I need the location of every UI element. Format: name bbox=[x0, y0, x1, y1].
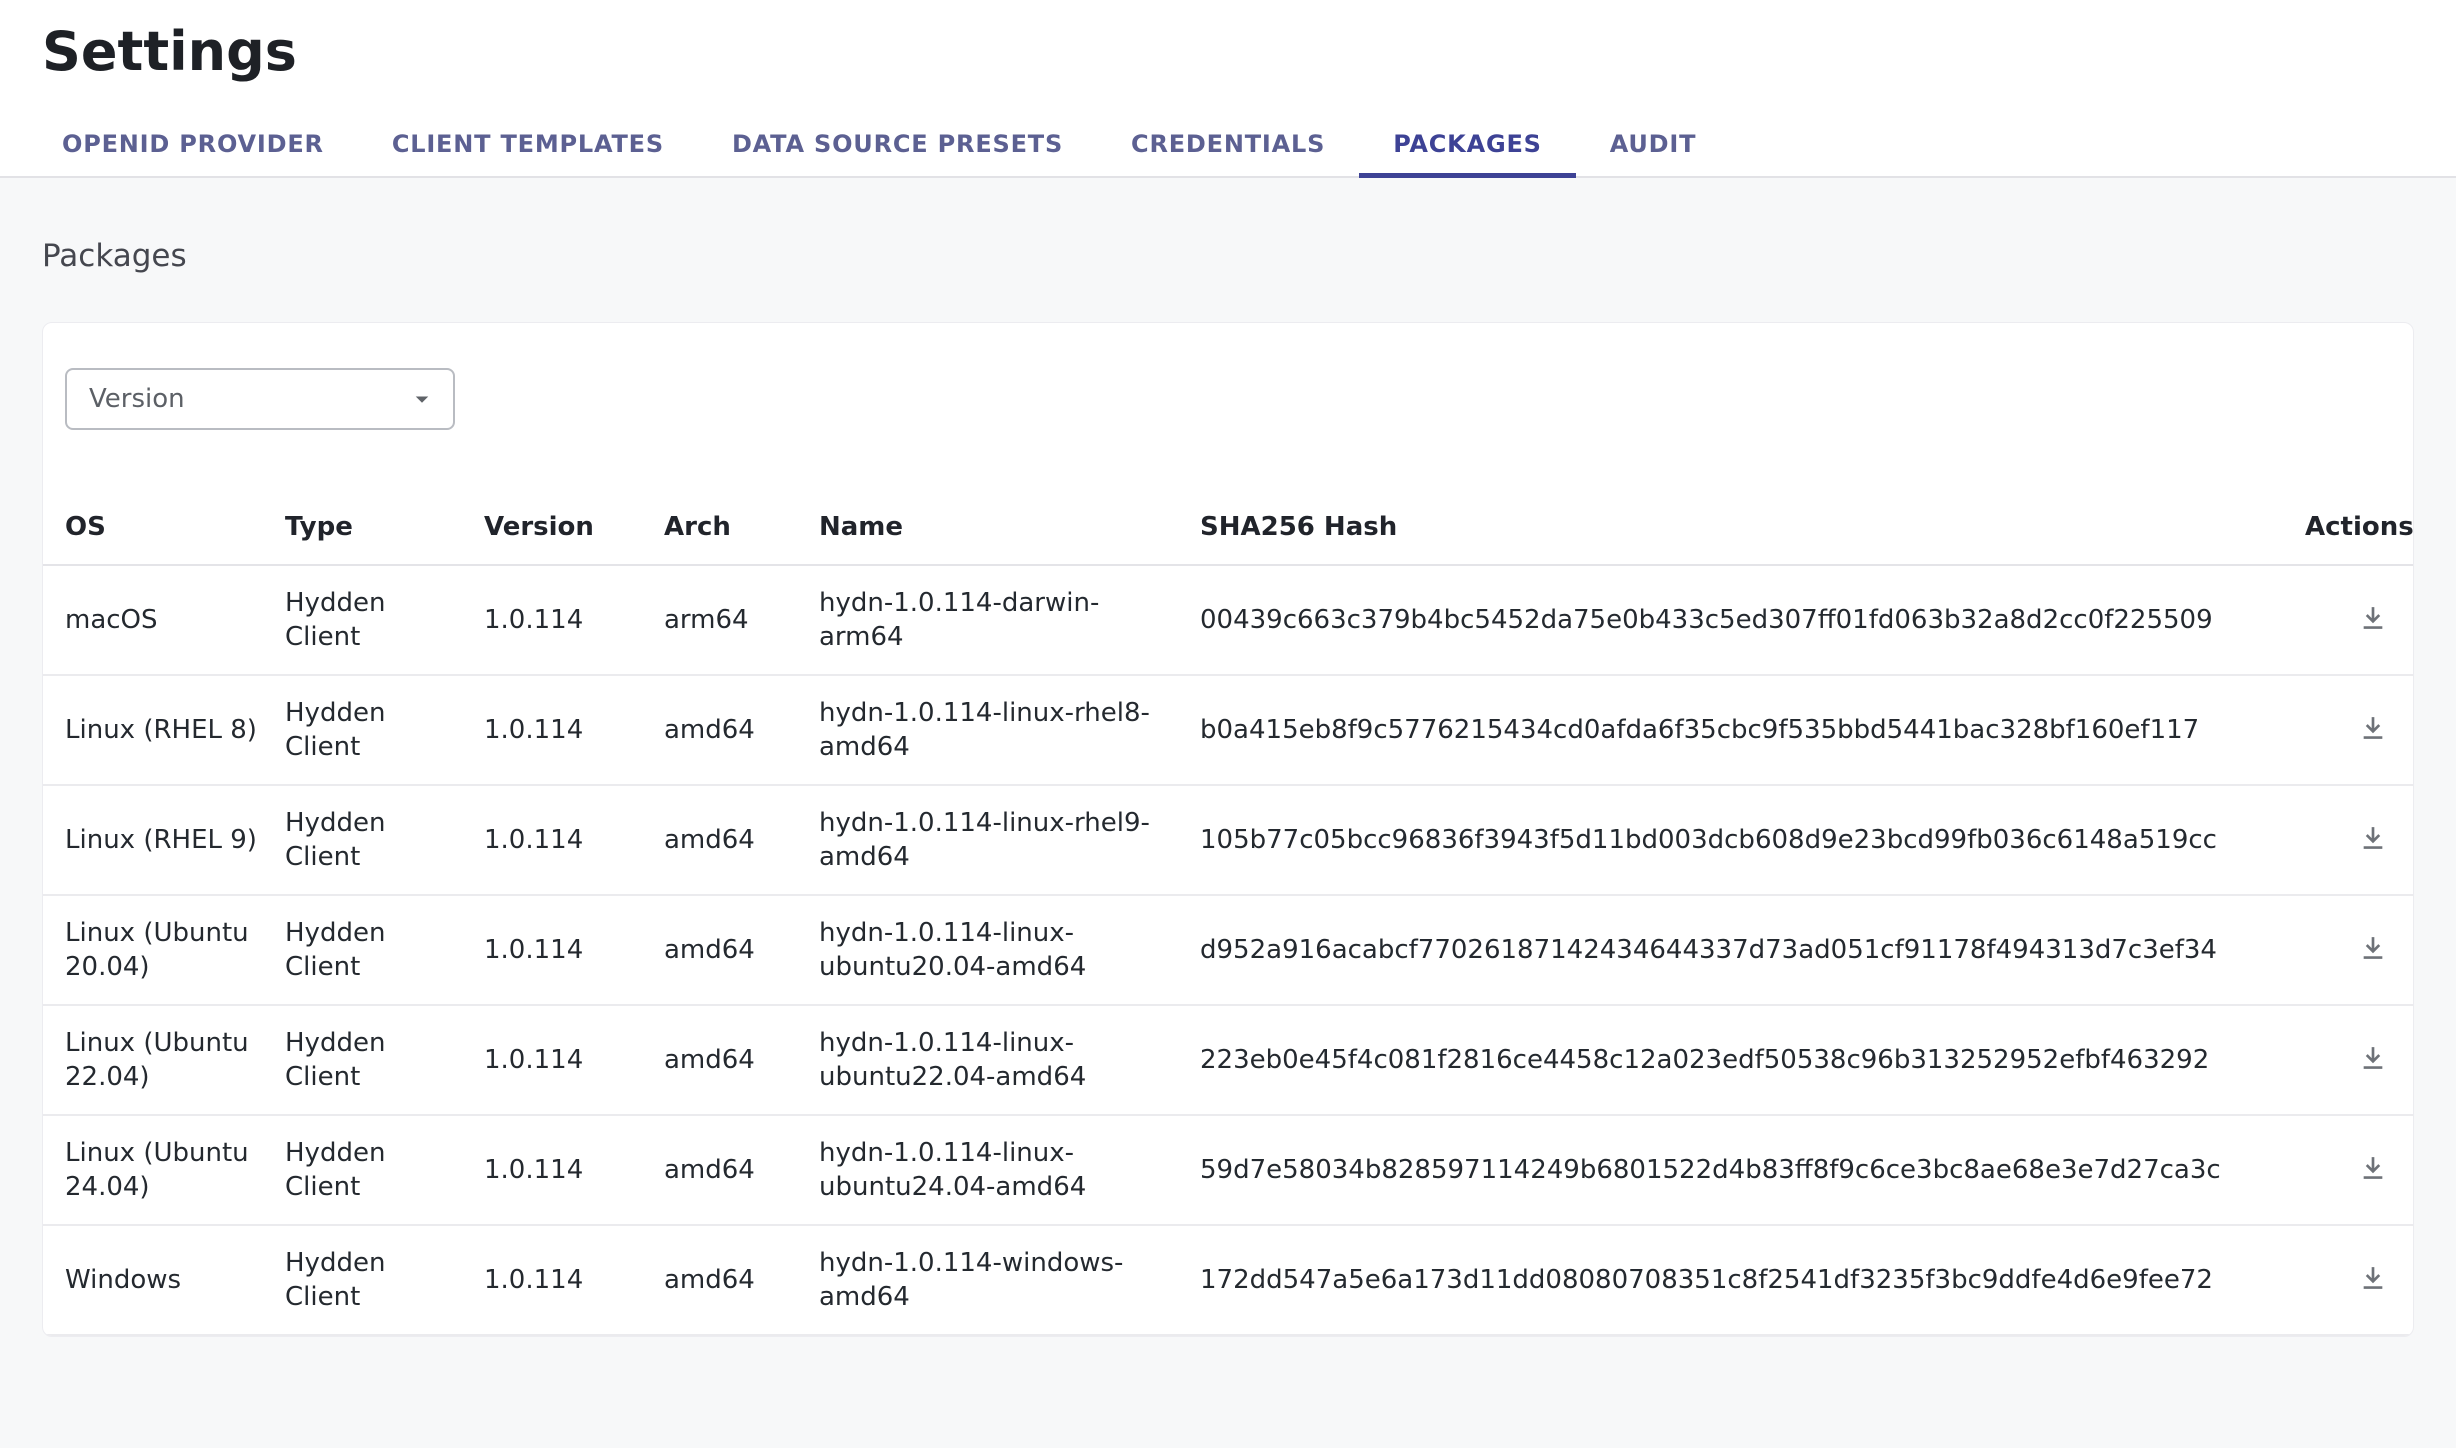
type-cell: Hydden Client bbox=[285, 785, 484, 895]
table-header-row: OS Type Version Arch Name SHA256 Hash Ac… bbox=[43, 486, 2414, 565]
type-cell: Hydden Client bbox=[285, 1005, 484, 1115]
tabs: OPENID PROVIDER CLIENT TEMPLATES DATA SO… bbox=[28, 112, 2456, 176]
download-button[interactable] bbox=[2353, 928, 2393, 968]
column-header-os: OS bbox=[43, 486, 285, 565]
packages-table: OS Type Version Arch Name SHA256 Hash Ac… bbox=[43, 486, 2414, 1336]
column-header-name: Name bbox=[819, 486, 1200, 565]
page-title: Settings bbox=[42, 18, 2414, 86]
arch-cell: amd64 bbox=[664, 675, 819, 785]
version-cell: 1.0.114 bbox=[484, 1115, 664, 1225]
name-cell: hydn-1.0.114-linux-ubuntu24.04-amd64 bbox=[819, 1115, 1200, 1225]
type-cell: Hydden Client bbox=[285, 1115, 484, 1225]
column-header-actions: Actions bbox=[2305, 486, 2414, 565]
table-row: Linux (Ubuntu 20.04) Hydden Client 1.0.1… bbox=[43, 895, 2414, 1005]
arch-cell: amd64 bbox=[664, 1115, 819, 1225]
column-header-version: Version bbox=[484, 486, 664, 565]
sha256-cell: 223eb0e45f4c081f2816ce4458c12a023edf5053… bbox=[1200, 1005, 2305, 1115]
name-cell: hydn-1.0.114-linux-rhel8-amd64 bbox=[819, 675, 1200, 785]
sha256-cell: 172dd547a5e6a173d11dd08080708351c8f2541d… bbox=[1200, 1225, 2305, 1335]
column-header-arch: Arch bbox=[664, 486, 819, 565]
os-cell: Linux (Ubuntu 20.04) bbox=[43, 895, 285, 1005]
table-row: Linux (Ubuntu 22.04) Hydden Client 1.0.1… bbox=[43, 1005, 2414, 1115]
tab-credentials[interactable]: CREDENTIALS bbox=[1097, 112, 1359, 176]
version-cell: 1.0.114 bbox=[484, 1005, 664, 1115]
sha256-cell: 00439c663c379b4bc5452da75e0b433c5ed307ff… bbox=[1200, 565, 2305, 675]
download-button[interactable] bbox=[2353, 708, 2393, 748]
name-cell: hydn-1.0.114-linux-ubuntu20.04-amd64 bbox=[819, 895, 1200, 1005]
type-cell: Hydden Client bbox=[285, 675, 484, 785]
arch-cell: amd64 bbox=[664, 1225, 819, 1335]
download-icon bbox=[2357, 842, 2389, 857]
page-header: Settings bbox=[0, 0, 2456, 86]
table-row: Windows Hydden Client 1.0.114 amd64 hydn… bbox=[43, 1225, 2414, 1335]
packages-card: Version OS Type Version bbox=[42, 322, 2414, 1337]
arch-cell: amd64 bbox=[664, 895, 819, 1005]
os-cell: Windows bbox=[43, 1225, 285, 1335]
sha256-cell: d952a916acabcf77026187142434644337d73ad0… bbox=[1200, 895, 2305, 1005]
tab-packages[interactable]: PACKAGES bbox=[1359, 112, 1576, 176]
name-cell: hydn-1.0.114-linux-rhel9-amd64 bbox=[819, 785, 1200, 895]
download-icon bbox=[2357, 952, 2389, 967]
packages-section: Packages Version OS bbox=[0, 178, 2456, 1448]
version-cell: 1.0.114 bbox=[484, 1225, 664, 1335]
table-row: Linux (RHEL 8) Hydden Client 1.0.114 amd… bbox=[43, 675, 2414, 785]
tab-data-source-presets[interactable]: DATA SOURCE PRESETS bbox=[698, 112, 1097, 176]
version-cell: 1.0.114 bbox=[484, 785, 664, 895]
table-row: macOS Hydden Client 1.0.114 arm64 hydn-1… bbox=[43, 565, 2414, 675]
download-icon bbox=[2357, 1172, 2389, 1187]
arch-cell: arm64 bbox=[664, 565, 819, 675]
chevron-down-icon bbox=[407, 384, 437, 414]
version-cell: 1.0.114 bbox=[484, 565, 664, 675]
name-cell: hydn-1.0.114-darwin-arm64 bbox=[819, 565, 1200, 675]
download-icon bbox=[2357, 622, 2389, 637]
download-icon bbox=[2357, 1062, 2389, 1077]
tab-openid-provider[interactable]: OPENID PROVIDER bbox=[28, 112, 358, 176]
arch-cell: amd64 bbox=[664, 785, 819, 895]
tab-bar: OPENID PROVIDER CLIENT TEMPLATES DATA SO… bbox=[0, 112, 2456, 178]
download-icon bbox=[2357, 1282, 2389, 1297]
type-cell: Hydden Client bbox=[285, 895, 484, 1005]
type-cell: Hydden Client bbox=[285, 1225, 484, 1335]
version-select-label: Version bbox=[89, 384, 185, 414]
table-row: Linux (Ubuntu 24.04) Hydden Client 1.0.1… bbox=[43, 1115, 2414, 1225]
os-cell: Linux (RHEL 8) bbox=[43, 675, 285, 785]
column-header-sha256: SHA256 Hash bbox=[1200, 486, 2305, 565]
section-title: Packages bbox=[42, 178, 2414, 276]
download-button[interactable] bbox=[2353, 1148, 2393, 1188]
download-button[interactable] bbox=[2353, 818, 2393, 858]
column-header-type: Type bbox=[285, 486, 484, 565]
os-cell: Linux (RHEL 9) bbox=[43, 785, 285, 895]
card-toolbar: Version bbox=[43, 323, 2413, 430]
sha256-cell: 59d7e58034b828597114249b6801522d4b83ff8f… bbox=[1200, 1115, 2305, 1225]
name-cell: hydn-1.0.114-windows-amd64 bbox=[819, 1225, 1200, 1335]
tab-audit[interactable]: AUDIT bbox=[1576, 112, 1731, 176]
download-button[interactable] bbox=[2353, 1258, 2393, 1298]
download-icon bbox=[2357, 732, 2389, 747]
version-select[interactable]: Version bbox=[65, 368, 455, 430]
sha256-cell: 105b77c05bcc96836f3943f5d11bd003dcb608d9… bbox=[1200, 785, 2305, 895]
os-cell: macOS bbox=[43, 565, 285, 675]
type-cell: Hydden Client bbox=[285, 565, 484, 675]
arch-cell: amd64 bbox=[664, 1005, 819, 1115]
os-cell: Linux (Ubuntu 24.04) bbox=[43, 1115, 285, 1225]
tab-client-templates[interactable]: CLIENT TEMPLATES bbox=[358, 112, 698, 176]
os-cell: Linux (Ubuntu 22.04) bbox=[43, 1005, 285, 1115]
version-cell: 1.0.114 bbox=[484, 895, 664, 1005]
sha256-cell: b0a415eb8f9c5776215434cd0afda6f35cbc9f53… bbox=[1200, 675, 2305, 785]
name-cell: hydn-1.0.114-linux-ubuntu22.04-amd64 bbox=[819, 1005, 1200, 1115]
table-row: Linux (RHEL 9) Hydden Client 1.0.114 amd… bbox=[43, 785, 2414, 895]
version-cell: 1.0.114 bbox=[484, 675, 664, 785]
download-button[interactable] bbox=[2353, 598, 2393, 638]
download-button[interactable] bbox=[2353, 1038, 2393, 1078]
